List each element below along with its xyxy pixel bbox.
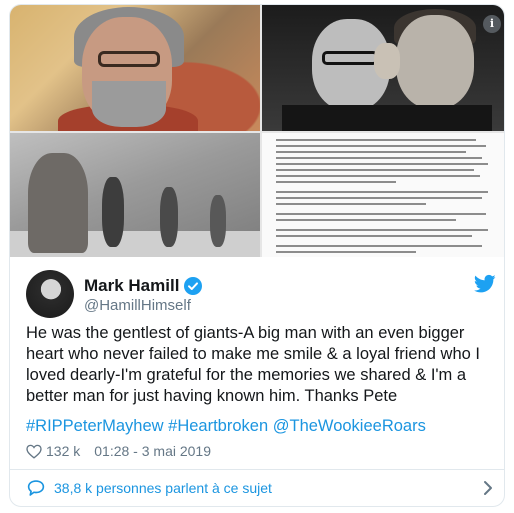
tweet-meta: 132 k 01:28 - 3 mai 2019 xyxy=(26,443,211,459)
speech-bubble-icon xyxy=(27,480,45,496)
hashtag-heartbroken[interactable]: #Heartbroken xyxy=(168,417,268,435)
mention-the-wookiee-roars[interactable]: @TheWookieeRoars xyxy=(273,417,426,435)
tweet-text: He was the gentlest of giants-A big man … xyxy=(26,324,480,405)
info-icon[interactable]: i xyxy=(483,15,501,33)
tweet-media-grid[interactable]: i xyxy=(10,5,504,257)
photo-statement-document[interactable] xyxy=(262,133,504,257)
chevron-right-icon[interactable] xyxy=(482,480,494,496)
author-display-name[interactable]: Mark Hamill xyxy=(84,276,179,296)
tweet-card[interactable]: i Mark Hamill @HamillHimself He was the … xyxy=(9,4,505,507)
conversation-count-label[interactable]: 38,8 k personnes parlent à ce sujet xyxy=(54,480,272,496)
hashtag-rip-peter-mayhew[interactable]: #RIPPeterMayhew xyxy=(26,417,164,435)
photo-peter-mayhew-portrait[interactable] xyxy=(10,5,260,131)
heart-icon[interactable] xyxy=(26,444,42,459)
tweet-timestamp[interactable]: 01:28 - 3 mai 2019 xyxy=(94,443,211,459)
twitter-bird-icon[interactable] xyxy=(474,274,496,294)
author-handle[interactable]: @HamillHimself xyxy=(84,297,191,314)
tweet-author[interactable]: Mark Hamill @HamillHimself xyxy=(26,270,496,320)
avatar[interactable] xyxy=(26,270,74,318)
photo-star-wars-set[interactable] xyxy=(10,133,260,257)
conversation-link[interactable]: 38,8 k personnes parlent à ce sujet xyxy=(26,471,494,505)
tweet-hashtags: #RIPPeterMayhew #Heartbroken @TheWookiee… xyxy=(26,416,504,437)
divider xyxy=(10,469,504,470)
photo-hamill-and-mayhew[interactable] xyxy=(262,5,504,131)
like-count[interactable]: 132 k xyxy=(46,443,80,459)
verified-badge-icon xyxy=(184,277,203,295)
